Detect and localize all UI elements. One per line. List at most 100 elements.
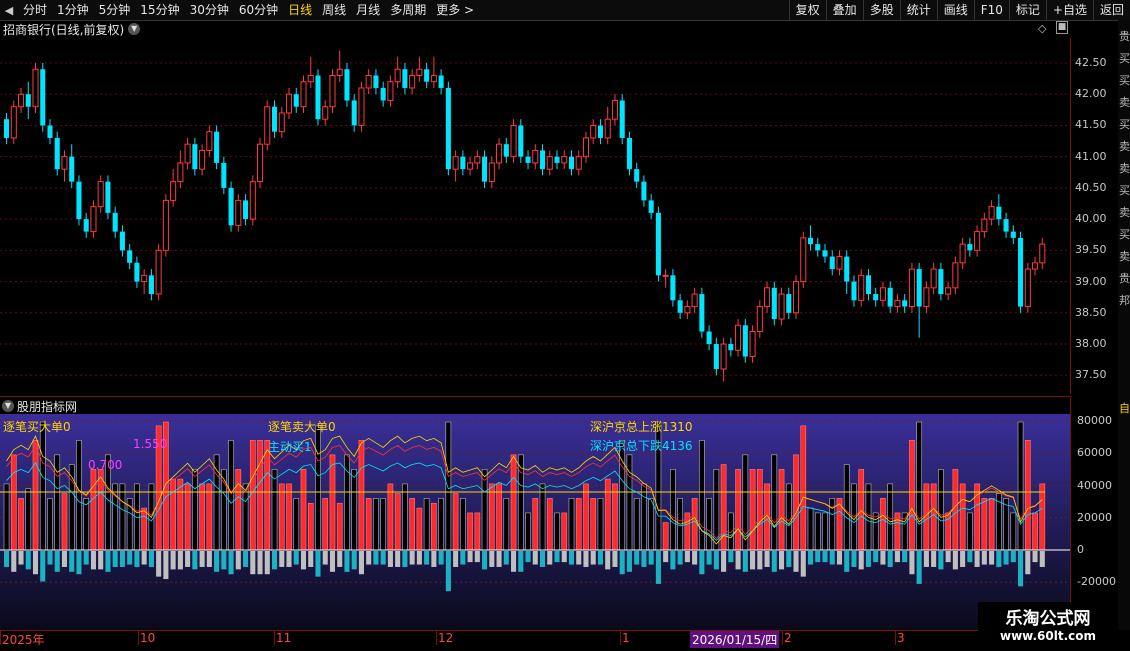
negative-bar [257,551,263,575]
date-tick [436,631,437,645]
toolbar-button[interactable]: 统计 [899,0,937,20]
negative-bar [351,551,357,570]
volume-bar [880,498,886,551]
chevron-down-icon[interactable]: ▼ [2,400,14,412]
period-tab[interactable]: 30分钟 [185,0,234,20]
candle [97,175,104,213]
candle [967,237,973,257]
period-tab[interactable]: 周线 [317,0,351,20]
price-label: 41.00 [1075,149,1107,163]
toolbar-button[interactable]: 标记 [1008,0,1046,20]
toolbar-button[interactable]: 多股 [862,0,900,20]
cursor-date: 2026/01/15/四 [690,631,780,648]
candle [307,56,314,88]
period-tab[interactable]: 15分钟 [135,0,184,20]
period-tab[interactable]: 日线 [283,0,317,20]
candle [394,56,401,88]
candle [894,294,901,313]
volume-bar [930,483,937,551]
candle [626,131,632,176]
volume-bar [981,498,988,551]
toolbar-button[interactable]: 叠加 [825,0,863,20]
candle [322,100,329,126]
period-tab[interactable]: 5分钟 [94,0,136,20]
period-tab[interactable]: 多周期 [385,0,431,20]
candle [713,337,719,376]
period-tab[interactable]: 月线 [351,0,385,20]
volume-bar [699,440,705,551]
price-label: 37.50 [1075,368,1107,382]
candlestick-chart[interactable] [0,38,1070,394]
negative-bar [670,551,676,570]
price-label: 40.00 [1075,212,1107,226]
candle [554,150,560,170]
candle [474,150,481,170]
panel-icon[interactable]: ■ [1056,21,1068,34]
negative-bar [315,551,321,577]
period-tab[interactable]: 更多 > [431,0,479,20]
negative-bar [366,551,372,565]
volume-bar [409,498,415,551]
negative-bar [170,551,176,570]
negative-bar [547,551,553,565]
toolbar-button[interactable]: 画线 [936,0,974,20]
toolbar-button[interactable]: 复权 [788,0,826,20]
candle [699,287,705,338]
candle [409,69,416,95]
negative-bar [699,551,705,575]
negative-bar [141,551,147,565]
candle [315,69,321,126]
volume-bar [177,478,184,551]
volume-bar [97,469,104,551]
volume-bar [76,440,82,551]
volume-bar [213,454,220,551]
volume-bar [206,483,213,551]
candle [148,269,154,301]
period-toolbar: ◀ 分时 1分钟 5分钟 15分钟 30分钟 60分钟 日线 周线 月线 多周期 更多 > 复权 叠加… [0,0,1130,21]
candle [916,262,922,338]
date-label: 11 [276,631,292,645]
candle [162,194,169,257]
candle [546,150,553,176]
negative-bar [61,551,68,567]
negative-bar [206,551,212,567]
volume-bar [938,469,944,551]
volume-bar [431,502,437,551]
negative-bar [1018,551,1024,587]
volume-bar [387,483,394,551]
back-arrow-icon[interactable]: ◀ [0,0,18,20]
negative-bar [416,551,422,565]
price-label: 40.50 [1075,180,1107,194]
volume-bar [619,440,626,551]
negative-bar [293,551,299,565]
candle [351,94,357,132]
candle [467,156,474,176]
negative-bar [214,551,220,572]
side-panel-char: 贵 [1119,30,1130,43]
chevron-down-icon[interactable]: ▼ [128,23,141,35]
volume-bar [633,498,640,551]
indicator-title: 股朋指标网 [17,399,78,414]
volume-bar [771,454,778,551]
negative-bar [98,551,104,570]
candle [865,269,871,301]
toolbar-button[interactable]: +自选 [1045,0,1093,20]
period-tab[interactable]: 1分钟 [52,0,94,20]
negative-bar [902,551,908,563]
period-tab[interactable]: 分时 [18,0,52,20]
period-tab[interactable]: 60分钟 [234,0,283,20]
volume-bar [539,483,546,551]
date-tick [895,631,896,645]
candle [786,287,792,320]
candle [235,194,242,232]
toolbar-button[interactable]: F10 [973,0,1009,20]
volume-bar [988,498,995,551]
negative-bar [597,551,604,565]
negative-bar [424,551,430,565]
toolbar-button[interactable]: 返回 [1092,0,1130,20]
negative-bar [641,551,647,567]
negative-bar [1010,551,1016,563]
volume-bar [822,512,828,551]
negative-bar [735,551,741,570]
diamond-icon[interactable]: ◇ [1038,22,1046,35]
